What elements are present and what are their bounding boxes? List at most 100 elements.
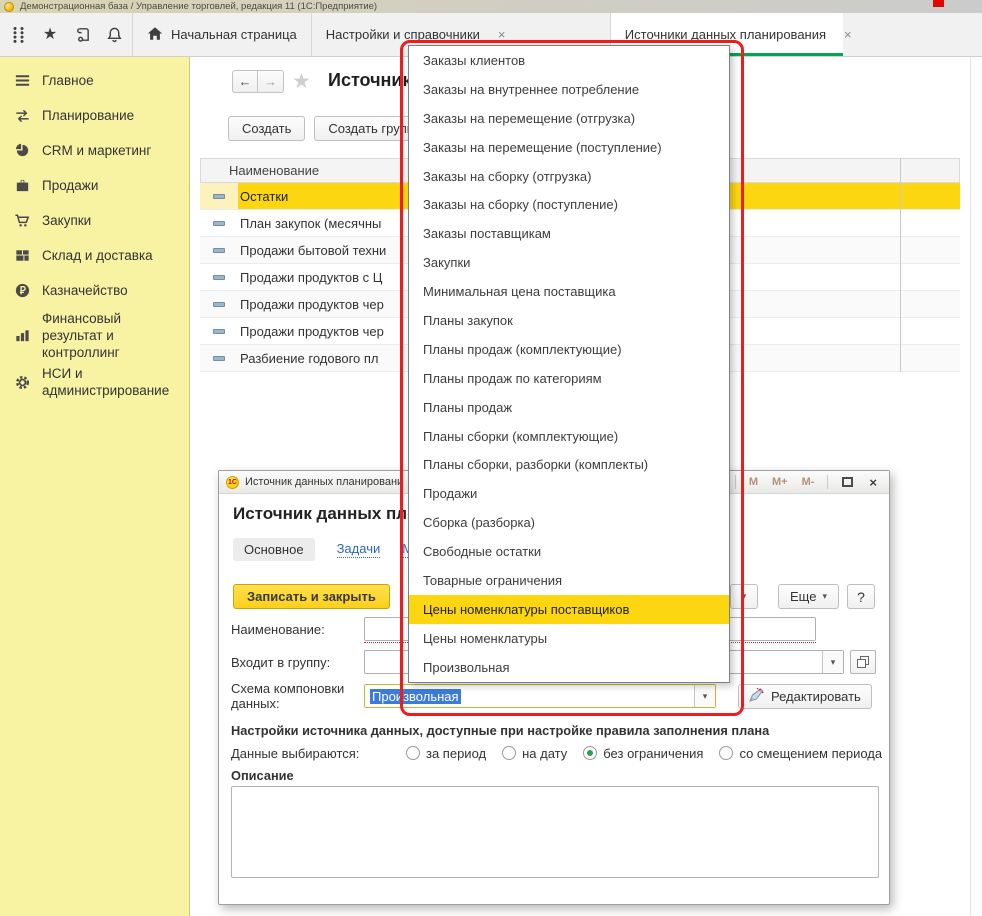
tab-home[interactable]: Начальная страница xyxy=(133,13,311,56)
radio-circle xyxy=(719,746,733,760)
dropdown-item[interactable]: Сборка (разборка) xyxy=(409,508,729,537)
dropdown-item[interactable]: Заказы на перемещение (поступление) xyxy=(409,133,729,162)
1c-app-icon: 1С xyxy=(226,476,239,489)
dropdown-item-highlighted[interactable]: Цены номенклатуры поставщиков xyxy=(409,595,729,624)
sidebar-item-sales[interactable]: Продажи xyxy=(0,168,189,203)
sidebar: Главное Планирование CRM и маркетинг Про… xyxy=(0,57,190,916)
red-annotation-fragment xyxy=(933,0,944,7)
window-title: Демонстрационная база / Управление торго… xyxy=(20,1,377,12)
sidebar-item-main[interactable]: Главное xyxy=(0,63,189,98)
create-button[interactable]: Создать xyxy=(228,116,305,141)
dropdown-item[interactable]: Закупки xyxy=(409,248,729,277)
settings-section-header: Настройки источника данных, доступные пр… xyxy=(231,723,769,738)
item-icon xyxy=(200,183,238,209)
notifications-bell-icon[interactable] xyxy=(98,13,130,56)
memory-m-plus-button[interactable]: M+ xyxy=(768,476,792,488)
forward-button[interactable]: → xyxy=(258,70,284,93)
sidebar-item-crm[interactable]: CRM и маркетинг xyxy=(0,133,189,168)
close-icon[interactable]: × xyxy=(844,27,852,42)
dropdown-item[interactable]: Минимальная цена поставщика xyxy=(409,277,729,306)
item-icon xyxy=(200,264,238,290)
dropdown-item[interactable]: Заказы на внутреннее потребление xyxy=(409,75,729,104)
maximize-icon[interactable] xyxy=(837,475,858,490)
schema-field-row: Схема компоновки данных: Произвольная ▾ … xyxy=(231,684,877,708)
sidebar-item-warehouse[interactable]: Склад и доставка xyxy=(0,238,189,273)
briefcase-icon xyxy=(13,177,31,195)
sidebar-item-planning[interactable]: Планирование xyxy=(0,98,189,133)
memory-m-button[interactable]: M xyxy=(745,476,762,488)
description-textarea[interactable] xyxy=(231,786,879,878)
dropdown-item[interactable]: Заказы поставщикам xyxy=(409,219,729,248)
edit-button[interactable]: Редактировать xyxy=(738,684,872,709)
name-label: Наименование: xyxy=(231,622,364,637)
radio-circle-selected xyxy=(583,746,597,760)
radio-for-period[interactable]: за период xyxy=(406,746,486,761)
back-button[interactable]: ← xyxy=(232,70,258,93)
radio-circle xyxy=(502,746,516,760)
dropdown-item[interactable]: Планы продаж (комплектующие) xyxy=(409,335,729,364)
tab-main[interactable]: Основное xyxy=(233,538,315,561)
tab-tasks[interactable]: Задачи xyxy=(337,541,381,558)
sidebar-item-purchases[interactable]: Закупки xyxy=(0,203,189,238)
dropdown-item[interactable]: Товарные ограничения xyxy=(409,566,729,595)
app-orb-icon[interactable] xyxy=(4,2,14,12)
tab-settings-label: Настройки и справочники xyxy=(326,27,480,42)
bar-chart-icon xyxy=(13,327,31,345)
pie-chart-icon xyxy=(13,142,31,160)
item-icon xyxy=(200,210,238,236)
dropdown-item[interactable]: Планы продаж xyxy=(409,393,729,422)
radio-no-limit[interactable]: без ограничения xyxy=(583,746,703,761)
history-icon[interactable] xyxy=(66,13,98,56)
memory-m-minus-button[interactable]: M- xyxy=(798,476,819,488)
group-label: Входит в группу: xyxy=(231,655,364,670)
dropdown-item[interactable]: Заказы на сборку (поступление) xyxy=(409,190,729,219)
sidebar-item-admin[interactable]: НСИ и администрирование xyxy=(0,363,189,401)
quick-access-icons: ★ xyxy=(0,13,132,56)
window-titlebar: Демонстрационная база / Управление торго… xyxy=(0,0,982,13)
dropdown-item[interactable]: Заказы клиентов xyxy=(409,46,729,75)
hidden-split-button[interactable]: ▾ xyxy=(730,584,758,609)
favorites-star-icon[interactable]: ★ xyxy=(34,13,66,56)
description-label: Описание xyxy=(231,768,294,783)
more-button[interactable]: Еще▾ xyxy=(778,584,839,609)
data-select-label: Данные выбираются: xyxy=(231,746,406,761)
radio-period-offset[interactable]: со смещением периода xyxy=(719,746,882,761)
sidebar-item-treasury[interactable]: Казначейство xyxy=(0,273,189,308)
schema-label: Схема компоновки данных: xyxy=(231,681,364,711)
dropdown-item[interactable]: Планы сборки (комплектующие) xyxy=(409,422,729,451)
favorite-star-icon[interactable]: ★ xyxy=(292,70,311,93)
dropdown-item[interactable]: Планы продаж по категориям xyxy=(409,364,729,393)
close-icon[interactable]: × xyxy=(498,27,506,42)
dropdown-item[interactable]: Продажи xyxy=(409,479,729,508)
list-toolbar: Создать Создать группу xyxy=(228,116,434,141)
chevron-down-icon[interactable]: ▾ xyxy=(694,685,715,707)
home-icon xyxy=(147,26,163,44)
chevron-down-icon[interactable]: ▾ xyxy=(822,651,843,673)
tab-planning-sources-label: Источники данных планирования xyxy=(625,27,826,42)
save-and-close-button[interactable]: Записать и закрыть xyxy=(233,584,390,609)
dropdown-item[interactable]: Свободные остатки xyxy=(409,537,729,566)
help-button[interactable]: ? xyxy=(847,584,875,609)
ruble-icon xyxy=(13,282,31,300)
apps-grid-icon[interactable] xyxy=(2,13,34,56)
gear-icon xyxy=(13,373,31,391)
dropdown-item[interactable]: Планы сборки, разборки (комплекты) xyxy=(409,450,729,479)
dropdown-item[interactable]: Заказы на сборку (отгрузка) xyxy=(409,162,729,191)
close-icon[interactable]: × xyxy=(864,475,882,490)
column-header-name: Наименование xyxy=(229,163,319,178)
schema-combo[interactable]: Произвольная ▾ xyxy=(364,684,716,708)
dropdown-item[interactable]: Произвольная xyxy=(409,653,729,682)
open-list-button[interactable] xyxy=(850,650,876,674)
dropdown-item[interactable]: Заказы на перемещение (отгрузка) xyxy=(409,104,729,133)
sidebar-item-finance[interactable]: Финансовый результат и контроллинг xyxy=(0,308,189,363)
edit-wand-icon xyxy=(749,687,764,705)
schema-value: Произвольная xyxy=(370,689,461,704)
dropdown-item[interactable]: Цены номенклатуры xyxy=(409,624,729,653)
radio-circle xyxy=(406,746,420,760)
dropdown-item[interactable]: Планы закупок xyxy=(409,306,729,335)
divider xyxy=(735,475,736,489)
data-source-dropdown: Заказы клиентов Заказы на внутреннее пот… xyxy=(408,45,730,683)
tab-home-label: Начальная страница xyxy=(171,27,297,42)
radio-on-date[interactable]: на дату xyxy=(502,746,567,761)
item-icon xyxy=(200,237,238,263)
